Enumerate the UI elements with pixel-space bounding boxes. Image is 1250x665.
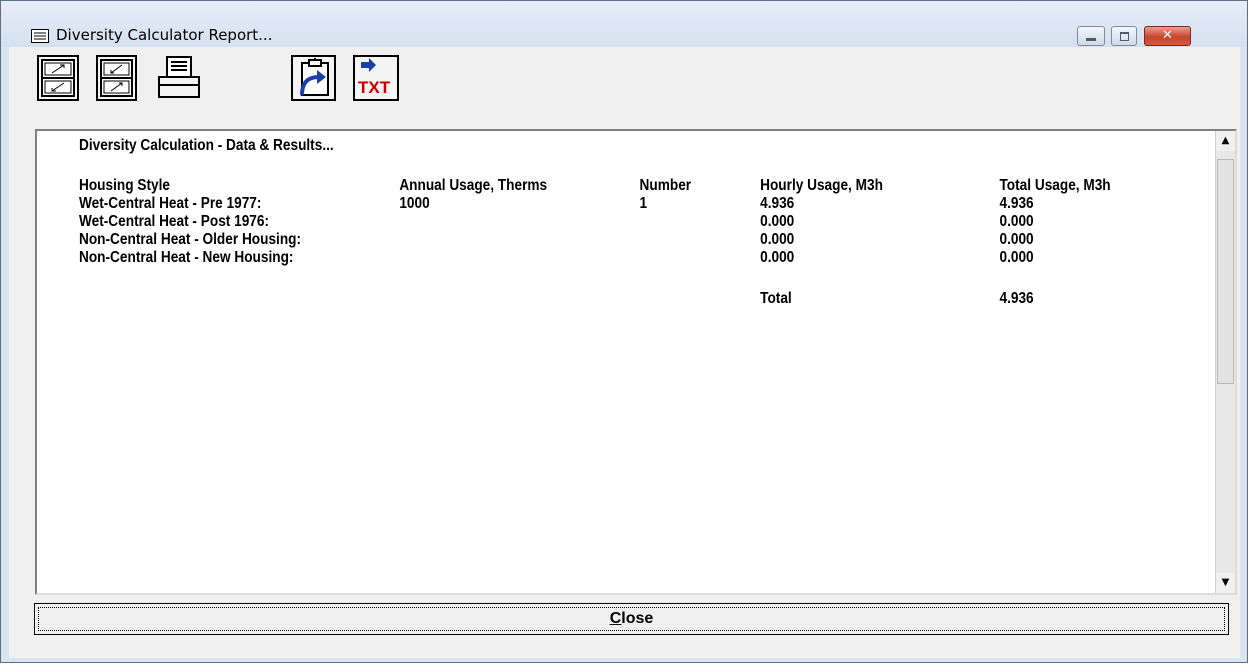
report-window: Diversity Calculator Report... ✕ TXT Div… <box>0 0 1248 663</box>
close-button[interactable]: Close <box>34 603 1229 635</box>
row-hourly: 0.000 <box>760 231 795 248</box>
expand-icon <box>41 59 75 97</box>
export-txt-button[interactable]: TXT <box>353 55 399 101</box>
copy-to-clipboard-icon <box>300 58 329 96</box>
row-hourly: 4.936 <box>760 195 795 212</box>
vertical-scrollbar[interactable]: ▲ ▼ <box>1215 131 1235 593</box>
col-header-hourly-usage: Hourly Usage, M3h <box>760 177 883 194</box>
collapse-button[interactable] <box>96 55 137 101</box>
row-style: Wet-Central Heat - Post 1976: <box>79 213 270 230</box>
txt-label: TXT <box>358 78 391 97</box>
copy-to-clipboard-button[interactable] <box>291 55 336 101</box>
report-view[interactable]: Diversity Calculation - Data & Results..… <box>35 129 1237 595</box>
scroll-down-button[interactable]: ▼ <box>1216 573 1235 593</box>
scroll-thumb[interactable] <box>1217 159 1234 384</box>
row-annual: 1000 <box>399 195 430 212</box>
row-total: 0.000 <box>999 249 1034 266</box>
row-number: 1 <box>639 195 648 212</box>
window-menu-icon[interactable] <box>31 29 49 43</box>
row-hourly: 0.000 <box>760 213 795 230</box>
client-area: TXT Diversity Calculation - Data & Resul… <box>9 47 1240 658</box>
export-txt-icon: TXT <box>358 58 391 97</box>
scroll-up-button[interactable]: ▲ <box>1216 131 1235 151</box>
expand-button[interactable] <box>37 55 79 101</box>
report-heading: Diversity Calculation - Data & Results..… <box>79 137 334 154</box>
col-header-number: Number <box>639 177 692 194</box>
row-total: 0.000 <box>999 231 1034 248</box>
minimize-button[interactable] <box>1077 26 1105 46</box>
printer-icon <box>158 56 200 98</box>
title-bar[interactable]: Diversity Calculator Report... <box>1 1 1247 47</box>
maximize-button[interactable] <box>1111 26 1137 46</box>
row-hourly: 0.000 <box>760 249 795 266</box>
row-style: Non-Central Heat - New Housing: <box>79 249 294 266</box>
print-button[interactable] <box>155 55 204 101</box>
col-header-total-usage: Total Usage, M3h <box>999 177 1111 194</box>
total-label: Total <box>760 290 792 307</box>
close-button-accel: C <box>609 610 622 627</box>
row-total: 0.000 <box>999 213 1034 230</box>
row-total: 4.936 <box>999 195 1034 212</box>
row-style: Wet-Central Heat - Pre 1977: <box>79 195 262 212</box>
total-value: 4.936 <box>999 290 1034 307</box>
col-header-annual-usage: Annual Usage, Therms <box>399 177 548 194</box>
col-header-housing-style: Housing Style <box>79 177 170 194</box>
window-title: Diversity Calculator Report... <box>56 26 273 44</box>
row-style: Non-Central Heat - Older Housing: <box>79 231 302 248</box>
collapse-icon <box>100 59 133 97</box>
close-button-label-rest: lose <box>621 610 654 627</box>
window-close-button[interactable] <box>1144 26 1191 46</box>
